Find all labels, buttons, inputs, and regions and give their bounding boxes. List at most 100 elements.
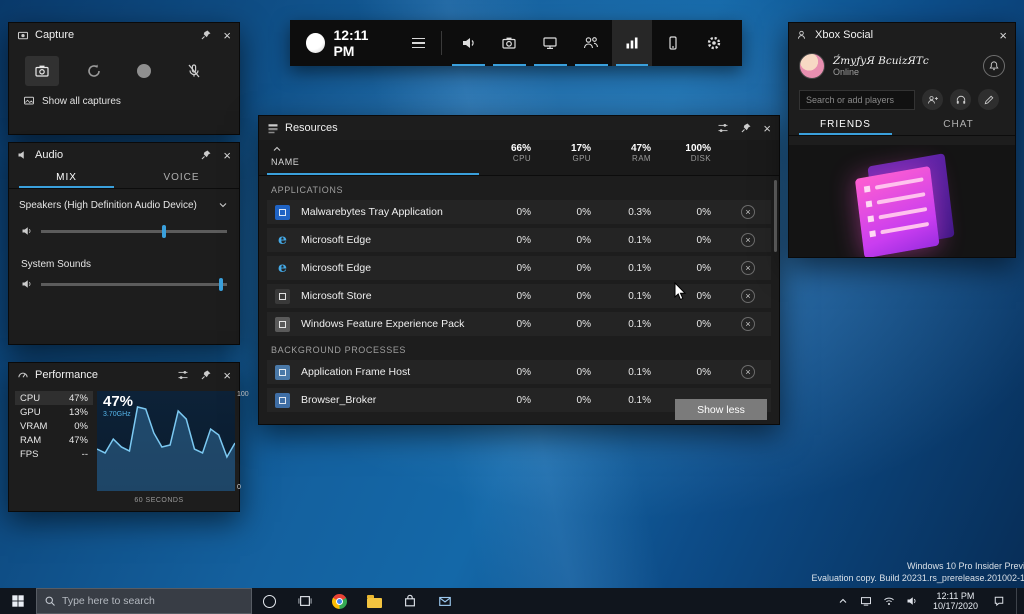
record-last-button[interactable] [79,56,109,86]
stat-vram[interactable]: VRAM0% [15,419,93,433]
file-explorer-button[interactable] [357,588,392,614]
gpu-column-header[interactable]: 17%GPU [541,143,591,163]
add-friend-button[interactable] [922,89,943,110]
stat-ram[interactable]: RAM47% [15,433,93,447]
avatar[interactable] [799,53,825,79]
close-icon[interactable]: × [223,149,231,162]
monitor-icon [542,35,558,51]
tab-friends[interactable]: FRIENDS [789,114,902,135]
gamebar-settings-button[interactable] [693,20,734,66]
ram-value: 0.3% [601,207,651,218]
pin-icon[interactable] [200,149,212,161]
end-task-button[interactable]: × [741,233,755,247]
notifications-button[interactable] [983,55,1005,77]
insider-watermark: Windows 10 Pro Insider Previe Evaluation… [812,560,1024,584]
ram-value: 0.1% [601,263,651,274]
tray-expand-icon[interactable] [837,595,849,607]
cpu-column-header[interactable]: 66%CPU [481,143,531,163]
gamebar-audio-button[interactable] [448,20,489,66]
tab-voice[interactable]: VOICE [124,167,239,188]
tab-mix[interactable]: MIX [9,167,124,188]
disk-total: 100% [661,143,711,154]
gamebar-broadcast-button[interactable] [530,20,571,66]
device-volume-row [9,217,239,245]
taskbar-search[interactable] [36,588,252,614]
stat-fps[interactable]: FPS-- [15,447,93,461]
tab-chat[interactable]: CHAT [902,114,1015,135]
show-desktop-button[interactable] [1016,588,1020,614]
close-icon[interactable]: × [223,369,231,382]
system-volume-slider[interactable] [41,283,227,286]
tune-icon[interactable] [717,122,729,134]
ram-column-header[interactable]: 47%RAM [601,143,651,163]
gamebar-performance-button[interactable] [612,20,653,66]
stat-gpu[interactable]: GPU13% [15,405,93,419]
pencil-icon [983,94,995,106]
end-task-button[interactable]: × [741,289,755,303]
stat-cpu[interactable]: CPU47% [15,391,93,405]
xbox-logo-icon[interactable] [306,33,325,53]
x-axis-label: 60 SECONDS [9,493,239,504]
process-row[interactable]: Malwarebytes Tray Application 0% 0% 0.3%… [267,200,771,224]
action-center-icon[interactable] [993,595,1005,607]
widget-menu-icon[interactable] [412,38,426,49]
volume-tray-icon[interactable] [906,595,918,607]
gamebar-social-button[interactable] [571,20,612,66]
status-badge: Online [833,67,929,77]
process-row[interactable]: e Microsoft Edge 0% 0% 0.1% 0% × [267,256,771,280]
screenshot-button[interactable] [25,56,59,86]
mic-toggle-button[interactable] [179,56,209,86]
process-row[interactable]: Application Frame Host 0% 0% 0.1% 0% × [267,360,771,384]
gamebar-resources-button[interactable] [652,20,693,66]
name-column-header[interactable]: NAME [271,157,299,167]
process-row[interactable]: e Microsoft Edge 0% 0% 0.1% 0% × [267,228,771,252]
capture-widget-icon [17,29,29,41]
gamebar-clock: 12:11 PM [333,27,391,59]
search-input[interactable] [62,595,244,607]
tune-icon[interactable] [177,369,189,381]
end-task-button[interactable]: × [741,317,755,331]
device-volume-slider[interactable] [41,230,227,233]
compose-message-button[interactable] [978,89,999,110]
stat-label: CPU [20,393,40,404]
task-view-button[interactable] [287,588,322,614]
process-row[interactable]: Windows Feature Experience Pack 0% 0% 0.… [267,312,771,336]
record-button[interactable] [129,56,159,86]
end-task-button[interactable]: × [741,205,755,219]
mail-taskbar-button[interactable] [427,588,462,614]
process-row[interactable]: Microsoft Store 0% 0% 0.1% 0% × [267,284,771,308]
friends-panel [789,145,1015,257]
gamebar-toolbar: 12:11 PM [290,20,742,66]
show-less-button[interactable]: Show less [675,399,767,420]
pin-icon[interactable] [200,29,212,41]
scrollbar-thumb[interactable] [774,180,777,252]
clock-date: 10/17/2020 [933,601,978,612]
gamebar-capture-button[interactable] [489,20,530,66]
mail-icon [438,594,452,608]
store-taskbar-button[interactable] [392,588,427,614]
process-name: Microsoft Store [301,290,372,302]
chrome-taskbar-button[interactable] [322,588,357,614]
end-task-button[interactable]: × [741,261,755,275]
network-icon[interactable] [883,595,895,607]
display-tray-icon[interactable] [860,595,872,607]
pin-icon[interactable] [740,122,752,134]
pin-icon[interactable] [200,369,212,381]
cortana-button[interactable] [252,588,287,614]
browser-broker-icon [275,393,290,408]
active-column-indicator [267,173,479,175]
taskbar-clock[interactable]: 12:11 PM 10/17/2020 [929,591,982,612]
close-icon[interactable]: × [763,122,771,135]
search-players-input[interactable] [799,90,915,110]
party-button[interactable] [950,89,971,110]
end-task-button[interactable]: × [741,365,755,379]
close-icon[interactable]: × [999,29,1007,42]
start-button[interactable] [0,588,36,614]
collapse-chevron-icon[interactable] [271,143,283,155]
divider [441,31,442,55]
show-all-captures-link[interactable]: Show all captures [9,90,239,112]
audio-device-selector[interactable]: Speakers (High Definition Audio Device) [9,189,239,217]
close-icon[interactable]: × [223,29,231,42]
disk-column-header[interactable]: 100%DISK [661,143,711,163]
speaker-icon [21,278,33,290]
